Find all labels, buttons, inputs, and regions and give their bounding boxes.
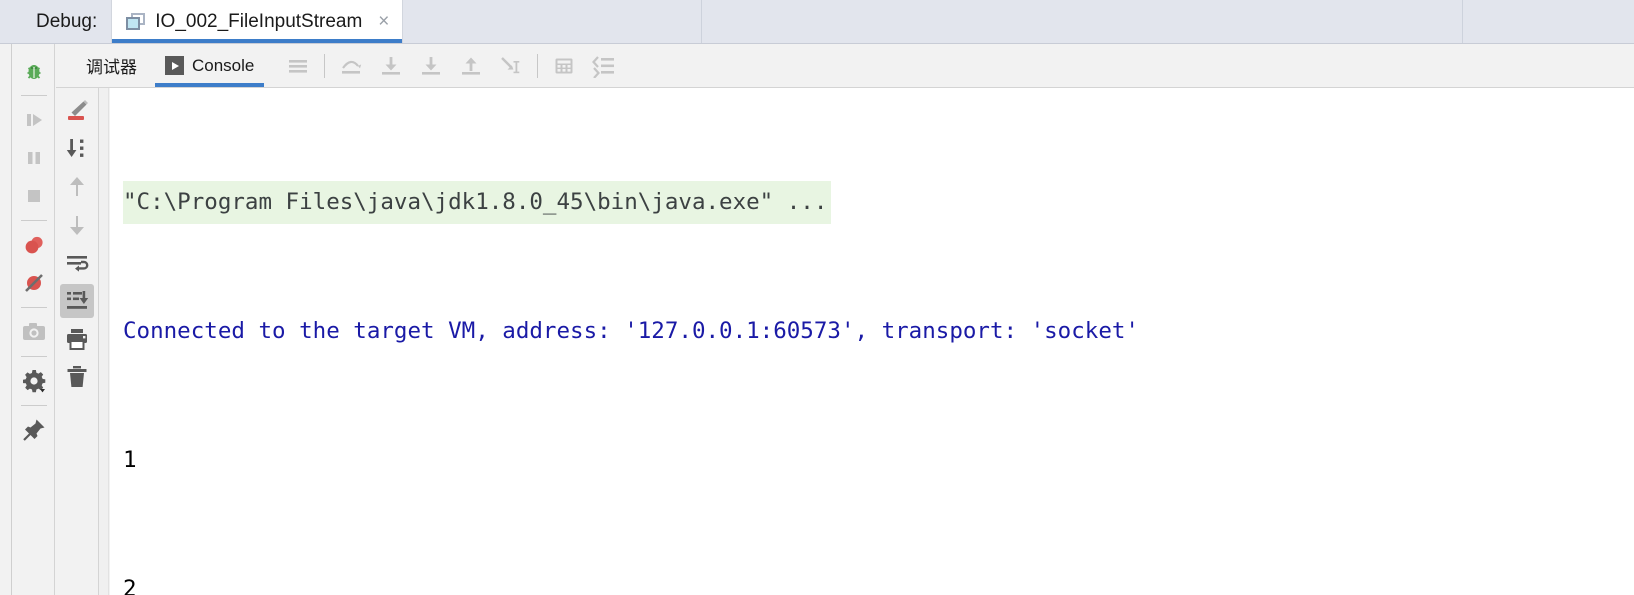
- header-spacer-right: [1463, 0, 1634, 43]
- up-the-stack-icon[interactable]: [60, 170, 94, 204]
- tab-debugger[interactable]: 调试器: [72, 44, 151, 87]
- mute-breakpoints-icon[interactable]: [17, 266, 51, 300]
- header-spacer-middle: [702, 0, 1463, 43]
- run-to-cursor-icon[interactable]: [491, 44, 531, 88]
- layout-settings-icon[interactable]: [278, 44, 318, 88]
- header-spacer-left: [403, 0, 703, 43]
- toolbar-divider: [20, 220, 47, 221]
- print-icon[interactable]: [60, 322, 94, 356]
- sort-lines-icon[interactable]: [584, 44, 624, 88]
- tab-debugger-label: 调试器: [86, 58, 137, 77]
- tab-console[interactable]: Console: [151, 44, 268, 87]
- down-the-stack-icon[interactable]: [60, 208, 94, 242]
- debug-bug-icon[interactable]: [17, 54, 51, 88]
- clear-all-trash-icon[interactable]: [60, 360, 94, 394]
- step-over-icon[interactable]: [331, 44, 371, 88]
- session-tab-label: IO_002_FileInputStream: [155, 10, 363, 32]
- step-controls-group: [278, 44, 624, 87]
- console-run-icon: [165, 56, 184, 75]
- toolbar-divider: [324, 53, 326, 78]
- scroll-to-stacktrace-icon[interactable]: [60, 132, 94, 166]
- debug-header-bar: Debug: IO_002_FileInputStream ×: [0, 0, 1634, 44]
- pin-tab-icon[interactable]: [17, 413, 51, 447]
- debug-run-control-toolbar: [13, 44, 55, 595]
- console-gutter: [99, 88, 109, 595]
- toolbar-divider: [20, 307, 47, 308]
- console-side-toolbar: [56, 88, 99, 595]
- force-step-into-icon[interactable]: [411, 44, 451, 88]
- console-line-system: Connected to the target VM, address: '12…: [123, 318, 1139, 344]
- pause-program-icon[interactable]: [17, 141, 51, 175]
- console-window-icon: [126, 13, 146, 30]
- toolbar-divider: [20, 405, 47, 406]
- soft-wrap-icon[interactable]: [60, 246, 94, 280]
- settings-gear-icon[interactable]: [17, 364, 51, 398]
- stop-program-icon[interactable]: [17, 179, 51, 213]
- debug-title-label: Debug:: [36, 10, 98, 32]
- debug-tool-window: 结构 Debug: IO_002_FileInputStream ×: [0, 0, 1634, 595]
- step-into-icon[interactable]: [371, 44, 411, 88]
- console-sub-toolbar: 调试器 Console: [56, 44, 1634, 88]
- session-tab-io-002-fileinputstream[interactable]: IO_002_FileInputStream ×: [111, 0, 404, 43]
- toolbar-divider: [20, 95, 47, 96]
- rerun-highlight-icon[interactable]: [60, 94, 94, 128]
- console-line-text: "C:\Program Files\java\jdk1.8.0_45\bin\j…: [123, 181, 832, 224]
- evaluate-expression-icon[interactable]: [544, 44, 584, 88]
- console-line-stdout: 2: [123, 576, 137, 595]
- view-breakpoints-icon[interactable]: [17, 228, 51, 262]
- toolbar-divider: [20, 356, 47, 357]
- console-output[interactable]: "C:\Program Files\java\jdk1.8.0_45\bin\j…: [110, 88, 1634, 595]
- tab-console-label: Console: [192, 55, 255, 75]
- close-icon[interactable]: ×: [378, 12, 389, 31]
- toolbar-divider: [537, 53, 539, 78]
- resume-program-icon[interactable]: [17, 103, 51, 137]
- console-line-stdout: 1: [123, 447, 137, 473]
- tool-window-edge-strip: 结构: [0, 0, 12, 595]
- step-out-icon[interactable]: [451, 44, 491, 88]
- scroll-to-end-icon[interactable]: [60, 284, 94, 318]
- console-line-command: "C:\Program Files\java\jdk1.8.0_45\bin\j…: [110, 181, 1634, 224]
- screenshot-camera-icon[interactable]: [17, 315, 51, 349]
